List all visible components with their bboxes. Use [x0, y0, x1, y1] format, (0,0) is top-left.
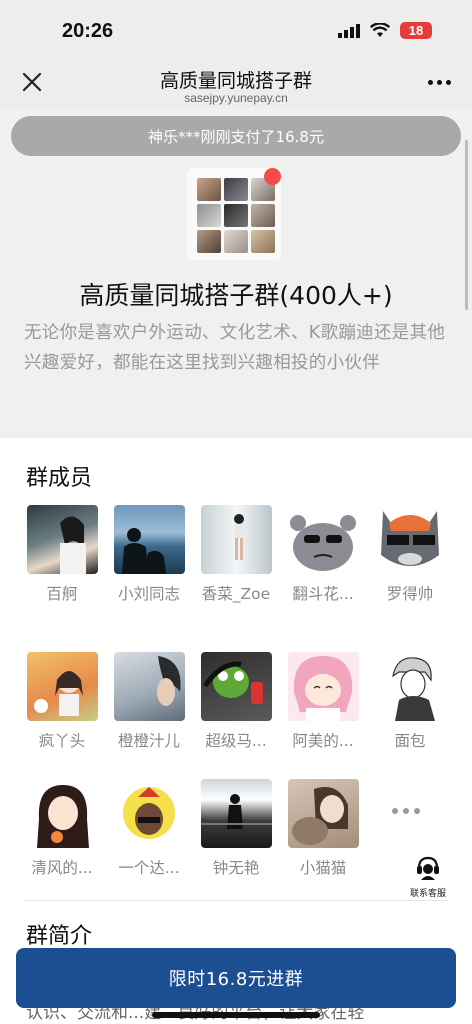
status-icons: 18 — [338, 22, 432, 39]
member-item[interactable]: 百舸 — [24, 505, 100, 605]
more-menu-icon[interactable] — [428, 80, 452, 88]
member-item[interactable]: 翻斗花... — [285, 505, 361, 605]
battery-icon: 18 — [400, 22, 432, 39]
member-name: 小猫猫 — [299, 859, 347, 877]
member-item[interactable]: 一个达... — [111, 779, 187, 879]
avatar — [113, 505, 185, 574]
unread-badge — [264, 168, 281, 185]
headset-icon — [417, 856, 439, 880]
member-item[interactable]: 小刘同志 — [111, 505, 187, 605]
member-item[interactable]: 小猫猫 — [285, 779, 361, 879]
members-section: 群成员 百舸 小刘同志 香菜_Zoe 翻斗花... 罗得帅 疯丫头 橙橙汁儿 超… — [0, 438, 472, 908]
divider — [24, 900, 448, 901]
member-item[interactable]: 超级马... — [198, 652, 274, 752]
member-item[interactable]: 清风的... — [24, 779, 100, 879]
nav-bar: 高质量同城搭子群 sasejpy.yunepay.cn — [0, 62, 472, 108]
scrollbar[interactable] — [465, 140, 468, 310]
avatar — [287, 505, 359, 574]
member-name: 钟无艳 — [212, 859, 260, 877]
member-item[interactable]: 罗得帅 — [372, 505, 448, 605]
app-screen: 20:26 18 高质量同城搭子群 sasejpy.yunepay.cn 神乐*… — [0, 0, 472, 1024]
member-name: 小刘同志 — [117, 585, 180, 603]
avatar — [287, 652, 359, 721]
member-name: 百舸 — [46, 585, 78, 603]
avatar — [26, 652, 98, 721]
member-item[interactable]: 疯丫头 — [24, 652, 100, 752]
join-group-button[interactable]: 限时16.8元进群 — [16, 948, 456, 1008]
member-name: 面包 — [394, 732, 426, 750]
status-time: 20:26 — [62, 20, 114, 42]
group-header: 神乐***刚刚支付了16.8元 高质量同城搭子群(400人+) 无论你是喜欢户外… — [0, 108, 472, 438]
member-item[interactable]: 阿美的... — [285, 652, 361, 752]
member-name: 橙橙汁儿 — [117, 732, 180, 750]
signal-icon — [338, 23, 360, 38]
avatar — [113, 652, 185, 721]
avatar — [26, 779, 98, 848]
member-item[interactable]: 钟无艳 — [198, 779, 274, 879]
avatar — [374, 652, 446, 721]
payment-notice: 神乐***刚刚支付了16.8元 — [11, 116, 461, 156]
customer-service-button[interactable]: 联系客服 — [408, 856, 448, 899]
group-title: 高质量同城搭子群(400人+) — [79, 281, 393, 310]
member-item[interactable]: 香菜_Zoe — [198, 505, 274, 605]
wifi-icon — [370, 23, 390, 37]
group-description: 无论你是喜欢户外运动、文化艺术、K歌蹦迪还是其他兴趣爱好，都能在这里找到兴趣相投… — [24, 323, 446, 373]
avatar — [26, 505, 98, 574]
member-name: 超级马... — [205, 732, 267, 750]
member-name: 一个达... — [118, 859, 180, 877]
member-item[interactable]: 面包 — [372, 652, 448, 752]
member-item[interactable]: 橙橙汁儿 — [111, 652, 187, 752]
home-indicator — [152, 1012, 320, 1018]
member-name: 翻斗花... — [292, 585, 354, 603]
avatar — [287, 779, 359, 848]
avatar — [374, 505, 446, 574]
customer-service-label: 联系客服 — [409, 889, 446, 899]
member-name: 清风的... — [31, 859, 93, 877]
members-title: 群成员 — [26, 466, 93, 491]
more-members-icon[interactable] — [392, 808, 420, 814]
member-name: 罗得帅 — [386, 585, 434, 603]
avatar — [200, 505, 272, 574]
member-name: 疯丫头 — [38, 732, 86, 750]
member-name: 阿美的... — [292, 732, 354, 750]
avatar — [200, 779, 272, 848]
page-url: sasejpy.yunepay.cn — [184, 91, 288, 105]
avatar — [200, 652, 272, 721]
member-name: 香菜_Zoe — [201, 585, 271, 603]
intro-title: 群简介 — [26, 924, 93, 949]
page-title: 高质量同城搭子群 — [159, 70, 312, 92]
avatar — [113, 779, 185, 848]
status-bar: 20:26 18 — [0, 0, 472, 62]
